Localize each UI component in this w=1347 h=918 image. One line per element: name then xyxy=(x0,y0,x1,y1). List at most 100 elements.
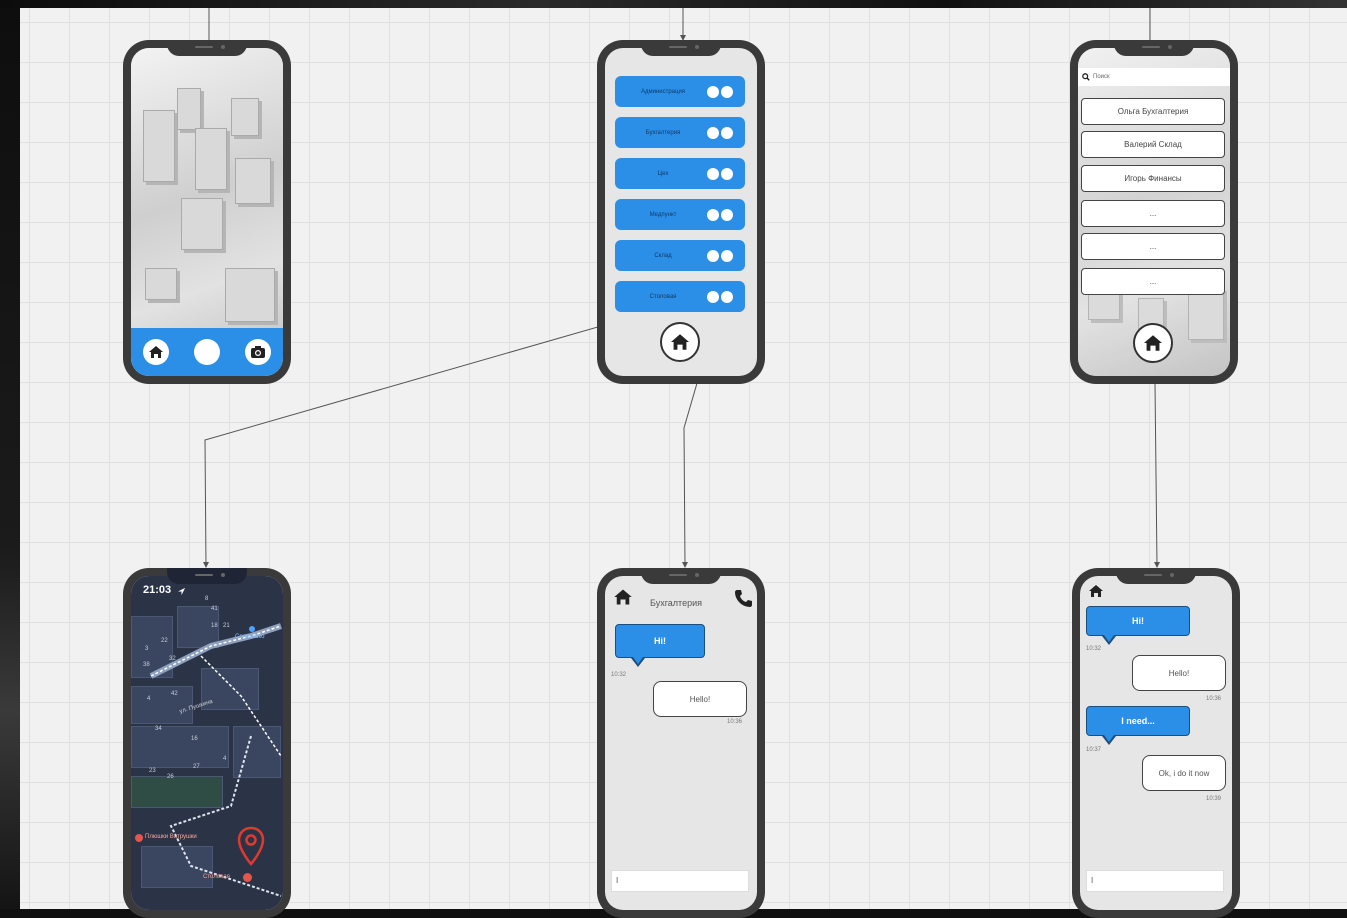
phone-notch xyxy=(167,568,247,584)
message-bubble-incoming: Hi! xyxy=(1086,606,1190,636)
menu-item-administration[interactable]: Администрация xyxy=(615,76,745,107)
bubble-tail xyxy=(1102,735,1116,745)
top-background-strip xyxy=(0,0,1347,8)
message-bubble-incoming: Hi! xyxy=(615,624,705,658)
search-icon xyxy=(1082,73,1090,81)
menu-item-label: Медпункт xyxy=(649,211,677,218)
poi-label: Плюшки Ватрушки xyxy=(145,834,197,840)
phone-notch xyxy=(167,40,247,56)
poi-food-icon xyxy=(243,873,252,882)
map-number: 32 xyxy=(169,656,176,662)
chat-screen: Бухгалтерия Hi! 10:32 Hello! 10:36 I xyxy=(605,576,757,910)
map-number: 4 xyxy=(223,756,227,762)
chat-title: Бухгалтерия xyxy=(650,598,702,608)
phone-contacts: Поиск Ольга Бухгалтерия Валерий Склад Иг… xyxy=(1070,40,1238,384)
map-number: 42 xyxy=(171,691,178,697)
city-bottom-bar xyxy=(131,328,283,376)
map-number: 16 xyxy=(191,736,198,742)
message-time: 10:32 xyxy=(611,672,627,678)
toggle-dots xyxy=(707,126,733,139)
home-icon xyxy=(1144,335,1162,351)
bubble-tail xyxy=(1102,635,1116,645)
toggle-dots xyxy=(707,85,733,98)
contact-item[interactable]: Игорь Финансы xyxy=(1081,165,1225,192)
search-placeholder: Поиск xyxy=(1093,74,1110,80)
map-number: 8 xyxy=(205,596,209,602)
phone-notch xyxy=(641,568,721,584)
map-number: 4 xyxy=(147,696,151,702)
home-icon xyxy=(671,334,689,350)
location-arrow-icon xyxy=(177,587,186,596)
map-number: 34 xyxy=(155,726,162,732)
message-bubble-outgoing: Hello! xyxy=(653,681,747,717)
map-number: 41 xyxy=(211,606,218,612)
message-time: 10:36 xyxy=(727,719,743,725)
toggle-dots xyxy=(707,249,733,262)
bubble-tail xyxy=(631,657,645,667)
menu-item-warehouse[interactable]: Склад xyxy=(615,240,745,271)
poi-label: Солнышко xyxy=(235,634,265,640)
menu-item-accounting[interactable]: Бухгалтерия xyxy=(615,117,745,148)
city-screen xyxy=(131,48,283,376)
map-number: 38 xyxy=(143,662,150,668)
contact-item[interactable]: ... xyxy=(1081,233,1225,260)
map-view[interactable]: 21:03 Солнышко ул. Пушкина 41 8 18 21 22… xyxy=(131,576,283,910)
toggle-dots xyxy=(707,208,733,221)
map-number: 26 xyxy=(167,774,174,780)
map-number: 27 xyxy=(193,764,200,770)
menu-item-medical[interactable]: Медпункт xyxy=(615,199,745,230)
message-time: 10:32 xyxy=(1086,646,1102,652)
message-bubble-outgoing: Ok, i do it now xyxy=(1142,755,1226,791)
message-time: 10:39 xyxy=(1206,796,1222,802)
chat-screen: Hi! 10:32 Hello! 10:36 I need... 10:37 O… xyxy=(1080,576,1232,910)
message-bubble-outgoing: Hello! xyxy=(1132,655,1226,691)
phone-notch xyxy=(1114,40,1194,56)
poi-food-icon xyxy=(135,834,143,842)
status-time: 21:03 xyxy=(143,584,172,596)
contact-item[interactable]: Ольга Бухгалтерия xyxy=(1081,98,1225,125)
contact-item[interactable]: Валерий Склад xyxy=(1081,131,1225,158)
capture-circle-button[interactable] xyxy=(193,339,220,365)
phone-map: 21:03 Солнышко ул. Пушкина 41 8 18 21 22… xyxy=(123,568,291,918)
map-screen: 21:03 Солнышко ул. Пушкина 41 8 18 21 22… xyxy=(131,576,283,910)
city-3d-image xyxy=(131,48,283,376)
toggle-dots xyxy=(707,290,733,303)
menu-screen: Администрация Бухгалтерия Цех Медпункт С… xyxy=(605,48,757,376)
phone-person-chat: Hi! 10:32 Hello! 10:36 I need... 10:37 O… xyxy=(1072,568,1240,918)
poi-dot-icon xyxy=(249,626,255,632)
destination-label: Столовая xyxy=(203,874,230,880)
menu-item-canteen[interactable]: Столовая xyxy=(615,281,745,312)
home-icon[interactable] xyxy=(143,339,170,365)
phone-department-menu: Администрация Бухгалтерия Цех Медпункт С… xyxy=(597,40,765,384)
home-icon[interactable] xyxy=(1088,584,1104,598)
map-number: 3 xyxy=(145,646,149,652)
phone-notch xyxy=(1116,568,1196,584)
home-button[interactable] xyxy=(1133,323,1173,363)
destination-pin-icon xyxy=(237,826,265,866)
message-bubble-incoming: I need... xyxy=(1086,706,1190,736)
message-input[interactable]: I xyxy=(611,870,749,892)
menu-item-label: Бухгалтерия xyxy=(645,129,681,136)
map-number: 18 xyxy=(211,623,218,629)
message-time: 10:36 xyxy=(1206,696,1222,702)
contact-item[interactable]: ... xyxy=(1081,268,1225,295)
contacts-screen: Поиск Ольга Бухгалтерия Валерий Склад Иг… xyxy=(1078,48,1230,376)
home-button[interactable] xyxy=(660,322,700,362)
menu-item-workshop[interactable]: Цех xyxy=(615,158,745,189)
menu-item-label: Склад xyxy=(654,252,672,259)
phone-call-icon[interactable] xyxy=(733,588,753,608)
phone-notch xyxy=(641,40,721,56)
menu-item-label: Столовая xyxy=(649,293,677,300)
phone-department-chat: Бухгалтерия Hi! 10:32 Hello! 10:36 I xyxy=(597,568,765,918)
map-number: 23 xyxy=(149,768,156,774)
toggle-dots xyxy=(707,167,733,180)
search-bar[interactable]: Поиск xyxy=(1078,68,1230,86)
home-icon[interactable] xyxy=(613,588,633,606)
phone-city-view xyxy=(123,40,291,384)
contact-item[interactable]: ... xyxy=(1081,200,1225,227)
left-background-strip xyxy=(0,8,20,909)
message-input[interactable]: I xyxy=(1086,870,1224,892)
camera-icon[interactable] xyxy=(244,339,271,365)
menu-item-label: Администрация xyxy=(640,88,686,95)
menu-item-label: Цех xyxy=(657,170,669,177)
